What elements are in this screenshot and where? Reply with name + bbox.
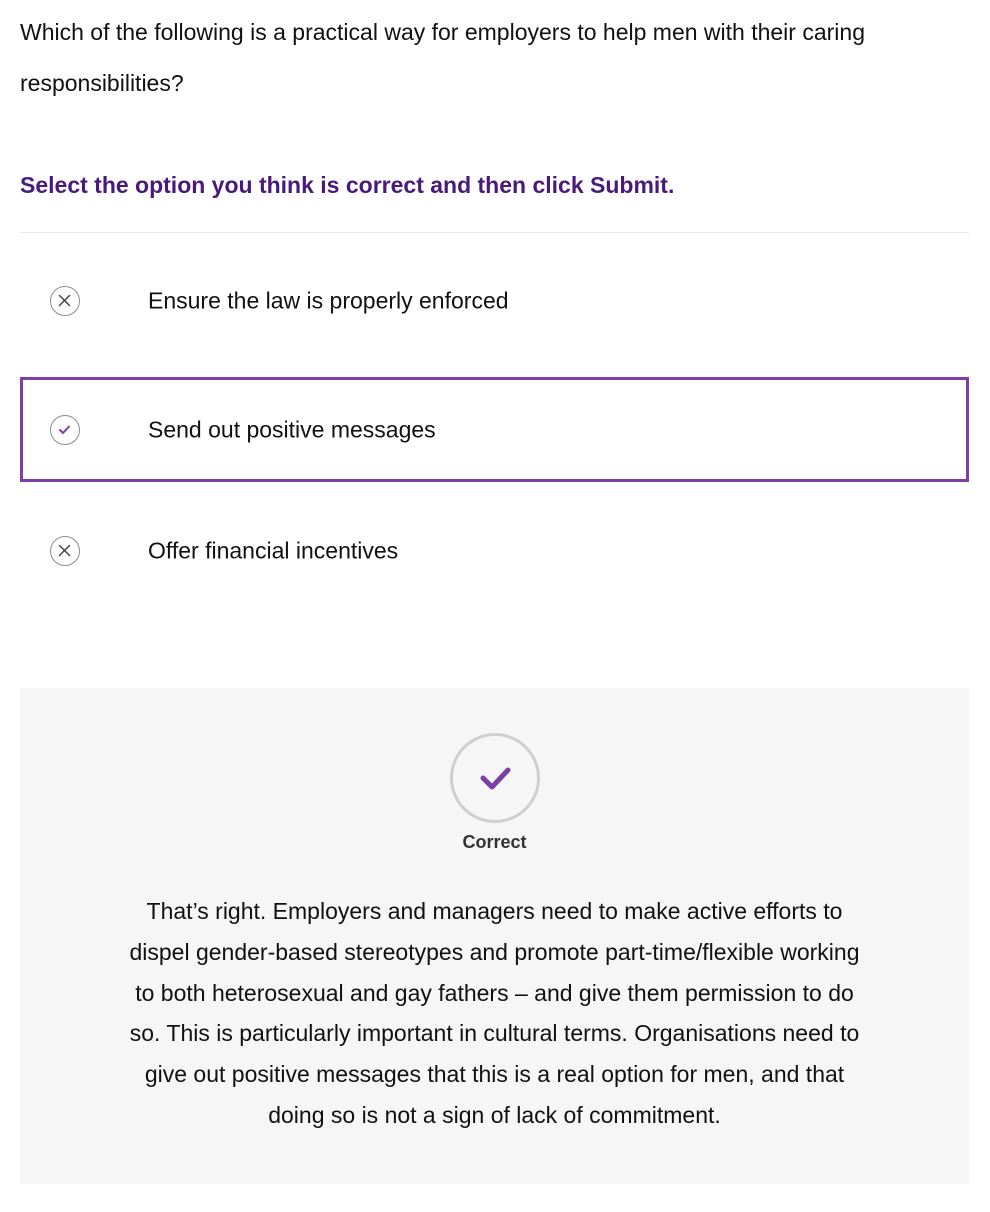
option-positive-messages[interactable]: Send out positive messages	[20, 377, 969, 482]
option-label: Offer financial incentives	[148, 537, 399, 563]
close-icon	[50, 535, 80, 566]
instruction-text: Select the option you think is correct a…	[20, 172, 675, 198]
option-label: Ensure the law is properly enforced	[148, 287, 509, 313]
divider	[20, 232, 969, 233]
feedback-text: That’s right. Employers and managers nee…	[129, 898, 860, 1128]
option-ensure-law[interactable]: Ensure the law is properly enforced	[20, 248, 969, 353]
close-icon	[50, 285, 80, 316]
check-icon	[450, 733, 540, 823]
feedback-status: Correct	[462, 832, 527, 852]
option-label: Send out positive messages	[148, 416, 436, 442]
option-financial-incentives[interactable]: Offer financial incentives	[20, 498, 969, 603]
question-text: Which of the following is a practical wa…	[20, 19, 865, 96]
feedback-panel: Correct That’s right. Employers and mana…	[20, 688, 969, 1184]
check-icon	[50, 414, 80, 445]
